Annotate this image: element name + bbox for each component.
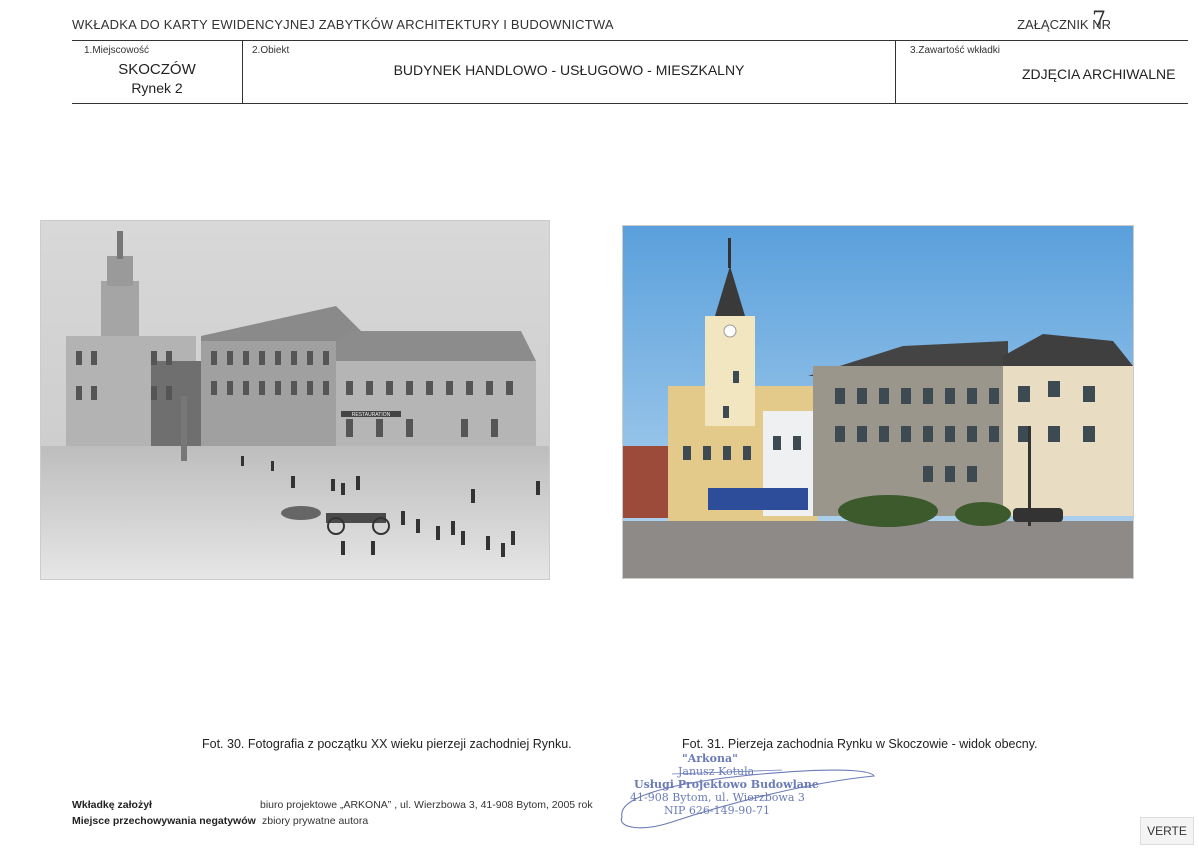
object-value: BUDYNEK HANDLOWO - USŁUGOWO - MIESZKALNY bbox=[393, 62, 745, 78]
place-address: Rynek 2 bbox=[131, 80, 183, 96]
founder-label: Wkładkę założył bbox=[72, 799, 152, 811]
verte-label: VERTE bbox=[1140, 817, 1194, 845]
document-title: WKŁADKA DO KARTY EWIDENCYJNEJ ZABYTKÓW A… bbox=[72, 17, 614, 32]
content-value: ZDJĘCIA ARCHIWALNE bbox=[1022, 66, 1176, 82]
negatives-storage-value: zbiory prywatne autora bbox=[262, 815, 369, 827]
content-label: 3.Zawartość wkładki bbox=[910, 45, 1001, 56]
place-city: SKOCZÓW bbox=[118, 61, 196, 78]
header-bottom-rule bbox=[72, 103, 1188, 104]
signature-scribble bbox=[620, 769, 875, 829]
object-label: 2.Obiekt bbox=[252, 45, 290, 56]
place-label: 1.Miejscowość bbox=[84, 45, 150, 56]
header-divider-2 bbox=[895, 40, 896, 103]
modern-photo-image bbox=[623, 226, 1133, 578]
annex-number: 7 bbox=[1092, 8, 1106, 33]
archival-shop-sign: RESTAURATION bbox=[352, 412, 391, 418]
modern-photo bbox=[622, 225, 1134, 579]
negatives-storage-label: Miejsce przechowywania negatywów bbox=[72, 815, 256, 827]
header-top-rule bbox=[72, 40, 1188, 41]
archival-photo: RESTAURATION bbox=[40, 220, 550, 580]
archival-photo-image: RESTAURATION bbox=[41, 221, 549, 579]
photo-caption-30: Fot. 30. Fotografia z początku XX wieku … bbox=[202, 737, 572, 751]
founder-value: biuro projektowe „ARKONA” , ul. Wierzbow… bbox=[260, 799, 593, 811]
photo-caption-31: Fot. 31. Pierzeja zachodnia Rynku w Skoc… bbox=[682, 737, 1038, 751]
